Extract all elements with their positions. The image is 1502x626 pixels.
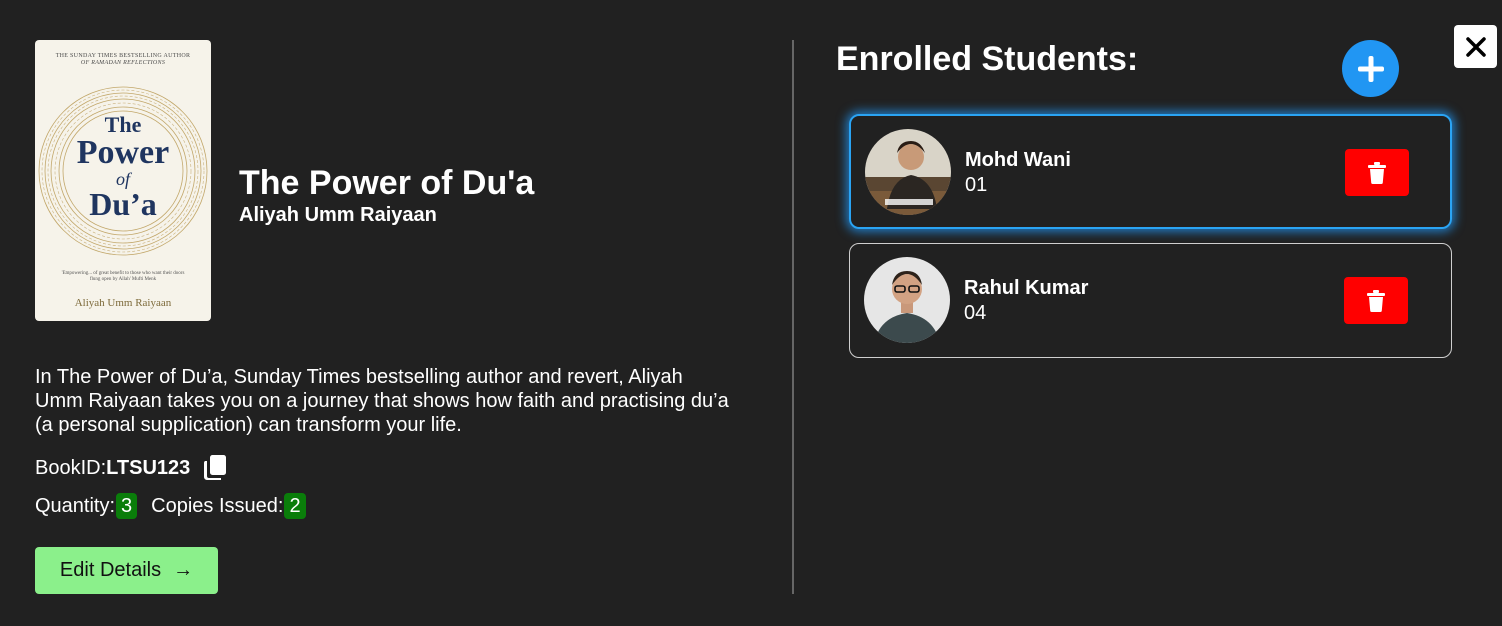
delete-student-button[interactable] (1344, 277, 1408, 324)
plus-icon (1357, 55, 1384, 82)
student-id: 04 (964, 302, 987, 324)
cover-title-line: Power (76, 134, 170, 171)
add-student-button[interactable] (1342, 40, 1399, 97)
copies-issued-label: Copies Issued: (151, 494, 284, 517)
trash-icon (1367, 289, 1385, 312)
student-name: Rahul Kumar (964, 277, 1089, 299)
quantity-row: Quantity: 3 Copies Issued: 2 (35, 493, 306, 519)
cover-tagline-top: THE SUNDAY TIMES BESTSELLING AUTHOR (55, 53, 191, 59)
book-id-label: BookID: (35, 456, 107, 479)
student-name: Mohd Wani (965, 149, 1071, 171)
close-button[interactable] (1454, 25, 1497, 68)
book-id-row: BookID: LTSU123 (35, 454, 231, 482)
book-title: The Power of Du'a (239, 164, 535, 202)
trash-icon (1368, 161, 1386, 184)
book-description: In The Power of Du’a, Sunday Times bests… (35, 366, 729, 436)
avatar (864, 257, 950, 343)
cover-author: Aliyah Umm Raiyaan (74, 297, 172, 309)
panel-divider (792, 40, 794, 594)
cover-title-line: The (104, 112, 142, 137)
quantity-label: Quantity: (35, 494, 116, 517)
copies-issued-badge: 2 (284, 493, 306, 519)
cover-quote: 'Empowering... of great benefit to those… (61, 271, 185, 282)
book-author: Aliyah Umm Raiyaan (239, 204, 437, 226)
close-icon (1465, 36, 1486, 57)
arrow-right-icon: → (173, 559, 194, 581)
cover-tagline: THE SUNDAY TIMES BESTSELLING AUTHOR OF R… (35, 53, 211, 67)
student-card[interactable]: Mohd Wani 01 (849, 114, 1452, 229)
student-card[interactable]: Rahul Kumar 04 (849, 243, 1452, 358)
cover-title: The Power of Du’a (35, 112, 211, 222)
student-id: 01 (965, 174, 988, 196)
delete-student-button[interactable] (1345, 149, 1409, 196)
quantity-badge: 3 (116, 493, 138, 519)
edit-details-button[interactable]: Edit Details → (35, 547, 218, 594)
enrolled-students-title: Enrolled Students: (836, 40, 1139, 78)
copy-icon[interactable] (201, 454, 231, 482)
book-id-value: LTSU123 (106, 456, 191, 479)
edit-details-label: Edit Details (59, 559, 162, 581)
cover-title-line: Du’a (89, 186, 157, 222)
avatar (865, 129, 951, 215)
book-cover-image: THE SUNDAY TIMES BESTSELLING AUTHOR OF R… (35, 40, 211, 321)
